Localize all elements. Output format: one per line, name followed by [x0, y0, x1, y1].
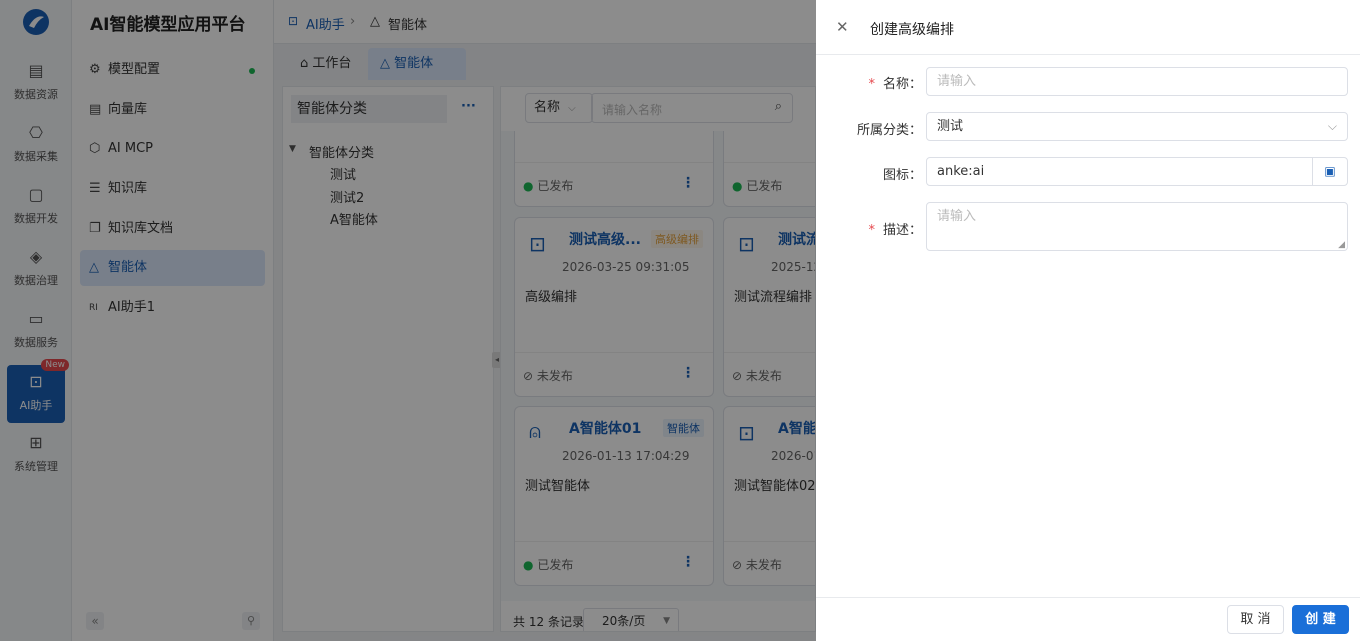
required-mark: * — [868, 223, 875, 238]
name-input[interactable]: 请输入 — [926, 67, 1348, 96]
divider — [816, 54, 1360, 55]
cancel-button[interactable]: 取 消 — [1227, 605, 1284, 634]
create-drawer: ✕ 创建高级编排 * 名称： 请输入 所属分类： 测试 ⌵ 图标： anke:ai… — [816, 0, 1360, 641]
modal-overlay[interactable] — [0, 0, 816, 641]
drawer-title: 创建高级编排 — [870, 22, 954, 38]
desc-label: * 描述： — [816, 219, 922, 238]
footer-divider — [816, 597, 1360, 598]
label-colon: ： — [908, 123, 922, 138]
label-text: 描述 — [882, 223, 909, 238]
category-select[interactable]: 测试 ⌵ — [926, 112, 1348, 141]
required-mark: * — [868, 77, 875, 92]
label-colon: ： — [908, 223, 922, 238]
category-label: 所属分类： — [816, 119, 922, 138]
chevron-down-icon: ⌵ — [1327, 119, 1337, 133]
icon-label: 图标： — [816, 164, 922, 183]
textarea-placeholder: 请输入 — [937, 209, 977, 224]
desc-textarea[interactable]: 请输入 ◢ — [926, 202, 1348, 251]
label-colon: ： — [908, 77, 922, 92]
label-text: 图标 — [882, 168, 909, 183]
icon-picker-icon[interactable]: ▣ — [1312, 158, 1347, 185]
resize-handle-icon[interactable]: ◢ — [1338, 240, 1345, 250]
close-icon[interactable]: ✕ — [836, 18, 849, 36]
create-button[interactable]: 创 建 — [1292, 605, 1349, 634]
input-value: anke:ai — [937, 164, 985, 179]
name-label: * 名称： — [816, 73, 922, 92]
label-colon: ： — [908, 168, 922, 183]
label-text: 所属分类 — [856, 123, 909, 138]
select-value: 测试 — [937, 119, 964, 134]
icon-input[interactable]: anke:ai ▣ — [926, 157, 1348, 186]
input-placeholder: 请输入 — [937, 74, 977, 89]
label-text: 名称 — [882, 77, 909, 92]
